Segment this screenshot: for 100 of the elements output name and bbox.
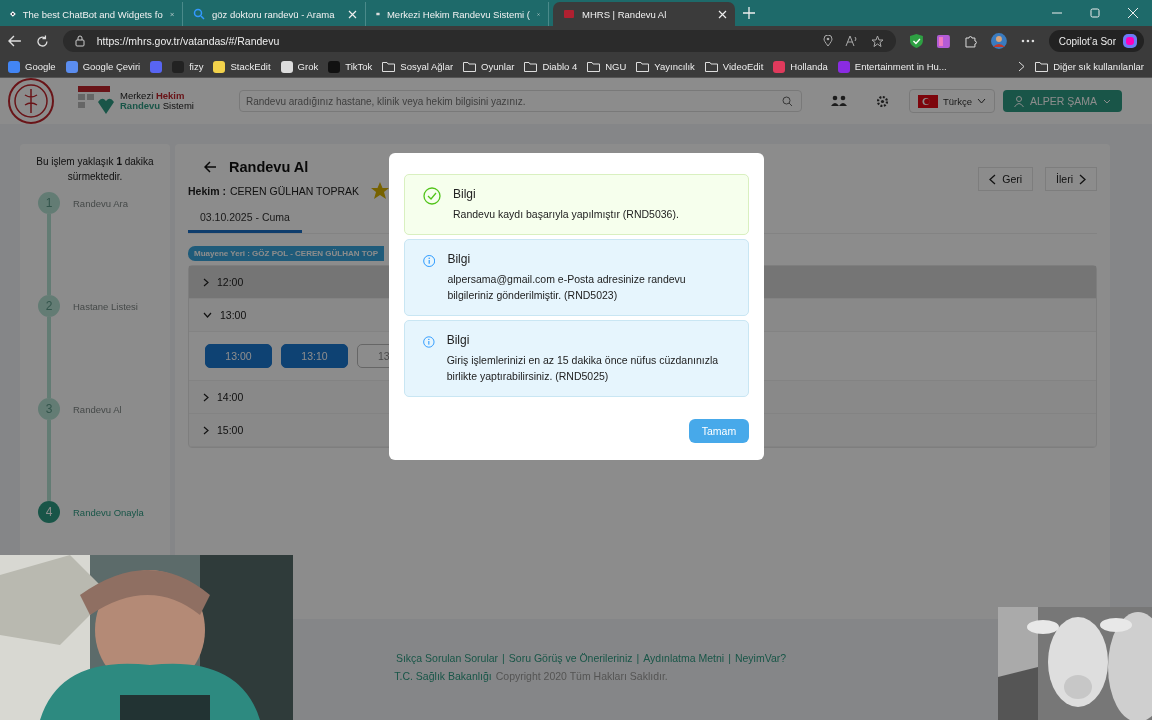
separator: |: [636, 652, 640, 664]
bookmark[interactable]: TikTok: [328, 60, 373, 73]
step-number: 4: [38, 501, 60, 523]
chevron-right-icon: [203, 425, 209, 435]
time-slot-button[interactable]: 13:00: [205, 344, 272, 368]
step-label: Hastane Listesi: [73, 300, 138, 312]
close-icon[interactable]: [718, 9, 727, 19]
folder-icon: [1035, 61, 1049, 72]
doctor-name: CEREN GÜLHAN TOPRAK: [229, 184, 360, 197]
logo-text: Merkezi Hekim: [120, 91, 186, 101]
folder-icon: [463, 61, 477, 72]
site-icon: [150, 60, 163, 73]
bookmark[interactable]: StackEdit: [213, 60, 271, 73]
step-label: Randevu Onayla: [73, 506, 144, 518]
next-button[interactable]: İleri: [1045, 167, 1097, 191]
chevron-icon[interactable]: [1018, 61, 1026, 72]
bookmark[interactable]: NGU: [587, 61, 627, 72]
bookmark[interactable]: Yayıncılık: [636, 61, 695, 72]
site-icon: [837, 60, 850, 73]
close-icon[interactable]: [348, 9, 357, 19]
info-icon: [423, 333, 435, 351]
new-tab-icon[interactable]: [743, 7, 755, 19]
people-icon[interactable]: [829, 95, 848, 107]
message-title: Bilgi: [447, 252, 472, 266]
logo-text: Randevu Sistemi: [120, 101, 194, 111]
site-icon: [8, 60, 20, 73]
chevron-right-icon: [203, 392, 209, 402]
back-icon[interactable]: [8, 35, 22, 47]
reload-icon[interactable]: [35, 34, 49, 48]
step-label: Randevu Al: [73, 403, 122, 415]
folder-icon: [704, 61, 718, 72]
chevron-down-icon: [1103, 98, 1111, 104]
time-slot-button[interactable]: 13:10: [281, 344, 348, 368]
address-field[interactable]: https://mhrs.gov.tr/vatandas/#/Randevu: [62, 30, 897, 52]
site-icon: [328, 60, 341, 73]
calendar-heart-icon: [78, 86, 114, 116]
copilot-button[interactable]: Copilot’a Sor: [1048, 30, 1144, 52]
bookmark[interactable]: Sosyal Ağlar: [382, 61, 454, 72]
site-icon: [773, 60, 786, 73]
flag-icon: [917, 94, 938, 108]
close-icon[interactable]: [1128, 8, 1138, 18]
avatar-icon[interactable]: [990, 33, 1007, 49]
folder-icon: [587, 61, 601, 72]
folder-icon: [636, 61, 650, 72]
bookmark[interactable]: Entertainment in Hu...: [837, 60, 947, 73]
settings-icon[interactable]: [875, 94, 889, 108]
check-circle-icon: [423, 187, 441, 205]
tab-title: MHRS | Randevu Al: [582, 8, 668, 20]
date-tab[interactable]: 03.10.2025 - Cuma: [188, 211, 302, 233]
browser-tab[interactable]: MHRS | Randevu Al: [553, 2, 735, 26]
back-button[interactable]: Geri: [978, 167, 1034, 191]
location-pin-icon[interactable]: [823, 35, 834, 47]
folder-icon: [524, 61, 538, 72]
info-icon: [423, 252, 436, 270]
site-icon: [563, 8, 575, 20]
star-icon[interactable]: [371, 182, 390, 199]
bookmark[interactable]: fizy: [172, 60, 204, 73]
chevron-down-icon: [976, 98, 986, 104]
message-title: Bilgi: [453, 187, 477, 201]
bookmark[interactable]: Hollanda: [773, 60, 828, 73]
maximize-icon[interactable]: [1090, 8, 1100, 18]
chevron-right-icon: [203, 277, 209, 287]
site-icon: [213, 60, 226, 73]
site-icon: [65, 60, 78, 73]
message-title: Bilgi: [446, 333, 471, 347]
bookmark[interactable]: [150, 60, 163, 73]
bookmark[interactable]: Diablo 4: [524, 61, 578, 72]
user-icon: [1013, 95, 1024, 107]
folder-icon: [382, 61, 396, 72]
read-aloud-icon[interactable]: [845, 35, 860, 47]
bookmark[interactable]: Grok: [280, 60, 319, 73]
separator: |: [502, 652, 505, 664]
bookmark-folder[interactable]: Diğer sık kullanılanlar: [1035, 61, 1144, 72]
search-field[interactable]: Randevu aradığınız hastane, klinik veya hekim bilgisini yazınız.: [238, 90, 802, 112]
bookmark[interactable]: VideoEdit: [704, 61, 764, 72]
chevron-right-icon: [1079, 173, 1086, 185]
puzzle-icon[interactable]: [964, 34, 977, 48]
shield-icon[interactable]: [910, 34, 924, 48]
page-title: Randevu Al: [229, 159, 309, 175]
tab-title: Merkezi Hekim Randevu Sistemi (: [386, 8, 531, 20]
site-icon: [172, 60, 185, 73]
bookmark[interactable]: Google: [8, 60, 56, 73]
more-icon[interactable]: [1020, 39, 1035, 43]
duration-note: Bu işlem yaklaşık 1 dakika sürmektedir.: [35, 155, 155, 184]
star-icon[interactable]: [871, 34, 885, 48]
chevron-left-icon: [989, 173, 997, 185]
site-icon: [280, 60, 293, 73]
step-label: Randevu Ara: [73, 197, 128, 209]
extension-icon[interactable]: [937, 34, 951, 48]
message-text: Giriş işlemlerinizi en az 15 dakika önce nüfus cüzdanınızla birlikte yaptırabilirsiniz. (RND5025): [446, 353, 720, 384]
message-text: Randevu kaydı başarıyla yapılmıştır (RND5036).: [453, 207, 679, 222]
copilot-icon: [1122, 33, 1138, 49]
search-icon: [193, 8, 205, 20]
language-select[interactable]: Türkçe: [908, 89, 995, 113]
location-tag: Muayene Yeri : GÖZ POL - CEREN GÜLHAN TOP: [188, 246, 385, 261]
separator: |: [728, 652, 731, 664]
lock-icon: [74, 35, 85, 47]
bookmark[interactable]: Google Çeviri: [65, 60, 141, 73]
bookmark[interactable]: Oyunlar: [463, 61, 515, 72]
back-arrow-icon[interactable]: [204, 161, 217, 173]
